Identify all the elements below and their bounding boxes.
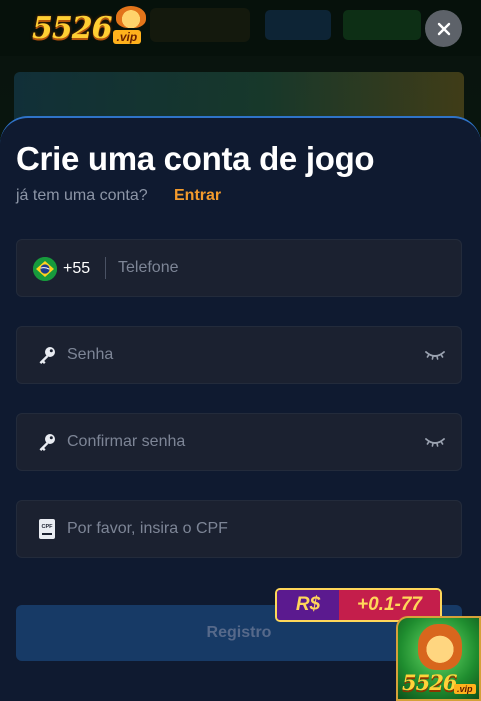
cpf-card-icon: CPF (37, 519, 57, 539)
app-download-badge[interactable]: 5526 .vip (396, 616, 481, 701)
modal-title: Crie uma conta de jogo (16, 140, 375, 177)
logo-text: 5526 (32, 11, 112, 46)
tiger-mascot-icon (116, 6, 146, 28)
app-badge-suffix: .vip (454, 684, 476, 694)
eye-closed-icon[interactable] (425, 346, 445, 364)
country-code[interactable]: +55 (63, 260, 90, 278)
close-button[interactable] (425, 10, 462, 47)
close-icon (437, 22, 450, 35)
tiger-mascot-icon (418, 624, 462, 670)
promo-currency: R$ (277, 590, 339, 620)
confirm-password-input[interactable] (67, 414, 407, 470)
phone-field[interactable]: +55 (16, 239, 462, 297)
key-icon (37, 345, 57, 365)
cpf-icon-label: CPF (42, 524, 54, 530)
logo-suffix: .vip (112, 30, 142, 44)
phone-input[interactable] (118, 240, 448, 296)
confirm-password-field[interactable] (16, 413, 462, 471)
cpf-field[interactable]: CPF (16, 500, 462, 558)
brazil-flag-icon[interactable] (33, 257, 57, 281)
app-badge-text: 5526 (402, 670, 457, 695)
site-logo: 5526 .vip (32, 6, 146, 46)
login-prompt: já tem uma conta? (16, 187, 148, 204)
password-field[interactable] (16, 326, 462, 384)
password-input[interactable] (67, 327, 407, 383)
field-divider (105, 257, 106, 279)
cpf-input[interactable] (67, 501, 447, 557)
login-link[interactable]: Entrar (174, 187, 221, 205)
eye-closed-icon[interactable] (425, 433, 445, 451)
key-icon (37, 432, 57, 452)
